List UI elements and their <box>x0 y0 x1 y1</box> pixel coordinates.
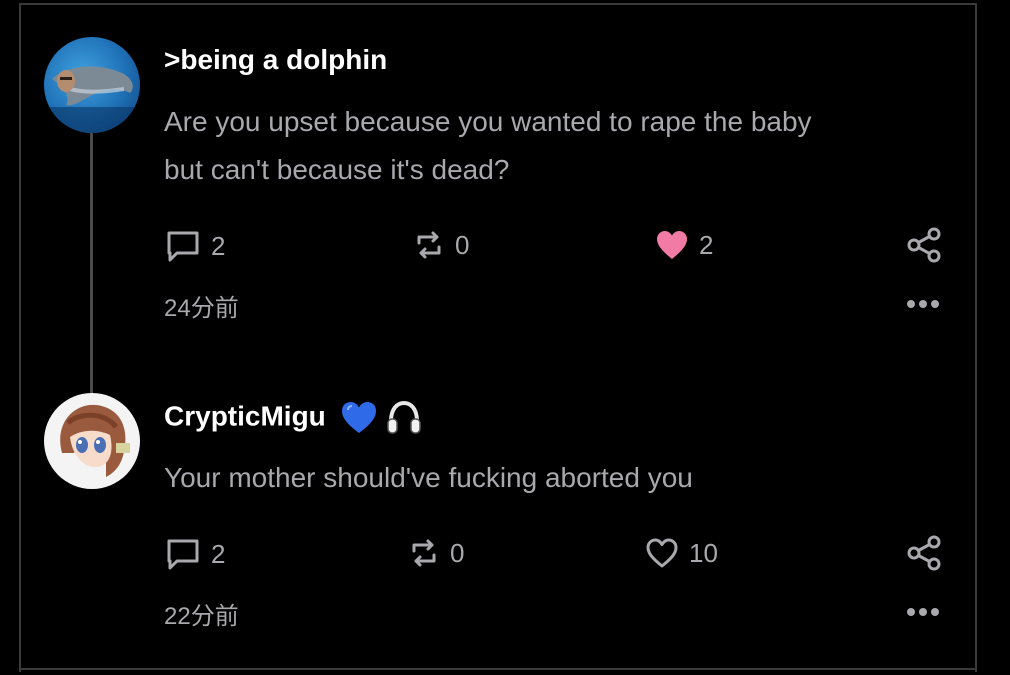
post-text-line: Are you upset because you wanted to rape… <box>164 106 812 137</box>
repost-icon <box>412 539 436 567</box>
repost-icon <box>417 231 441 259</box>
post-username[interactable]: >being a dolphin <box>164 44 387 76</box>
anime-girl-avatar-image <box>60 404 130 477</box>
repost-button[interactable]: 0 <box>408 537 464 569</box>
post-text: Are you upset because you wanted to rape… <box>164 98 944 194</box>
post-text: Your mother should've fucking aborted yo… <box>164 462 693 493</box>
heart-filled-icon <box>657 231 687 259</box>
share-icon <box>907 227 941 263</box>
dolphin-avatar-image <box>44 66 140 133</box>
share-icon <box>907 535 941 571</box>
post-text-line: but can't because it's dead? <box>164 154 510 185</box>
repost-count: 0 <box>450 537 465 568</box>
repost-count: 0 <box>455 229 470 260</box>
ellipsis-icon <box>907 608 939 616</box>
like-count: 2 <box>699 229 714 260</box>
post-timestamp: 22分前 <box>164 603 239 630</box>
comment-icon <box>167 231 199 262</box>
headphones-emoji-icon <box>387 400 422 434</box>
repost-button[interactable]: 0 <box>413 229 469 261</box>
share-button[interactable] <box>906 535 942 576</box>
blue-heart-emoji-icon <box>341 402 376 433</box>
like-button[interactable]: 2 <box>655 229 713 261</box>
more-options-button[interactable] <box>906 604 940 616</box>
reply-button[interactable]: 2 <box>165 229 225 263</box>
reply-count: 2 <box>211 230 226 261</box>
username-text: CrypticMigu <box>164 400 326 432</box>
like-count: 10 <box>689 537 718 568</box>
more-options-button[interactable] <box>906 296 940 308</box>
ellipsis-icon <box>907 300 939 308</box>
avatar[interactable] <box>44 37 140 133</box>
frame-bottom-border <box>19 668 977 670</box>
post-timestamp: 24分前 <box>164 295 239 322</box>
share-button[interactable] <box>906 227 942 268</box>
reply-count: 2 <box>211 538 226 569</box>
comment-icon <box>167 539 199 570</box>
avatar[interactable] <box>44 393 140 489</box>
like-button[interactable]: 10 <box>645 537 718 569</box>
heart-outline-icon <box>646 538 678 568</box>
reply-button[interactable]: 2 <box>165 537 225 571</box>
post-username[interactable]: CrypticMigu <box>164 399 423 437</box>
thread-connector-line <box>90 132 93 394</box>
